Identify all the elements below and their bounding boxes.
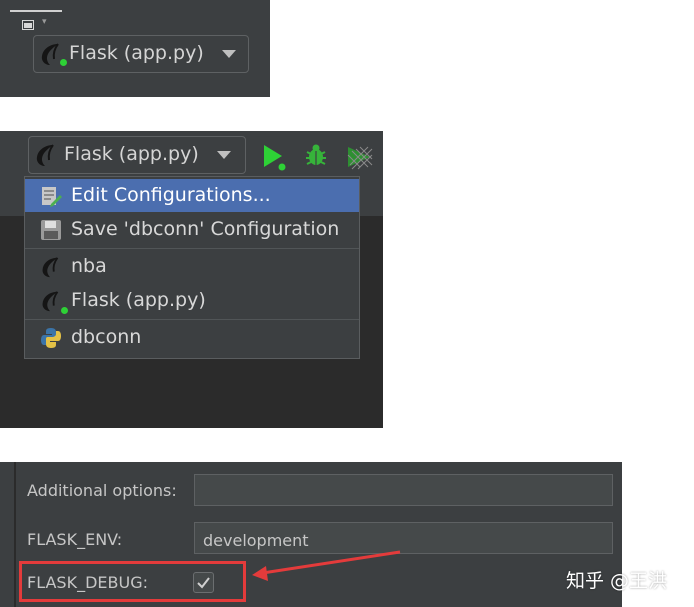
highlight-box [19,561,246,602]
debug-icon[interactable] [302,142,330,170]
coverage-icon[interactable] [346,143,374,171]
additional-options-label: Additional options: [27,481,177,500]
run-configuration-label: Flask (app.py) [69,42,204,64]
run-icon[interactable] [262,143,286,171]
flask-horn-icon [36,144,54,166]
run-configuration-selector[interactable]: Flask (app.py) [33,35,249,73]
run-configuration-selector[interactable]: Flask (app.py) [28,136,246,174]
python-icon [41,328,61,348]
run-configuration-dropdown: Edit Configurations... Save 'dbconn' Con… [24,176,360,359]
menu-item-edit-configurations[interactable]: Edit Configurations... [25,179,359,212]
menu-separator [25,319,359,320]
divider [14,462,16,607]
additional-options-input[interactable] [194,474,613,506]
chevron-down-icon[interactable] [222,50,236,58]
menu-item-label: Flask (app.py) [71,289,206,311]
annotation-arrow-icon [252,550,401,581]
window-icon[interactable] [22,20,34,30]
flask-horn-icon [42,257,59,278]
flask-horn-icon [42,291,59,312]
menu-item-nba[interactable]: nba [25,250,359,283]
edit-config-icon [42,187,62,207]
menu-item-label: dbconn [71,326,142,348]
run-configuration-label: Flask (app.py) [64,143,199,165]
watermark: 知乎 @王洪 [566,570,668,592]
menu-item-dbconn[interactable]: dbconn [25,321,359,354]
chevron-down-icon[interactable]: ▾ [42,17,47,27]
menu-item-save-configuration[interactable]: Save 'dbconn' Configuration [25,213,359,246]
menu-separator [25,248,359,249]
menu-item-label: Save 'dbconn' Configuration [71,218,340,240]
tab-underline [10,10,62,12]
menu-item-flask-app[interactable]: Flask (app.py) [25,284,359,317]
menu-item-label: Edit Configurations... [71,184,271,206]
chevron-down-icon[interactable] [217,151,231,159]
running-status-dot [61,307,68,314]
save-icon [41,220,61,240]
menu-item-label: nba [71,255,107,277]
flask-env-label: FLASK_ENV: [27,530,123,549]
running-status-dot [60,59,67,66]
